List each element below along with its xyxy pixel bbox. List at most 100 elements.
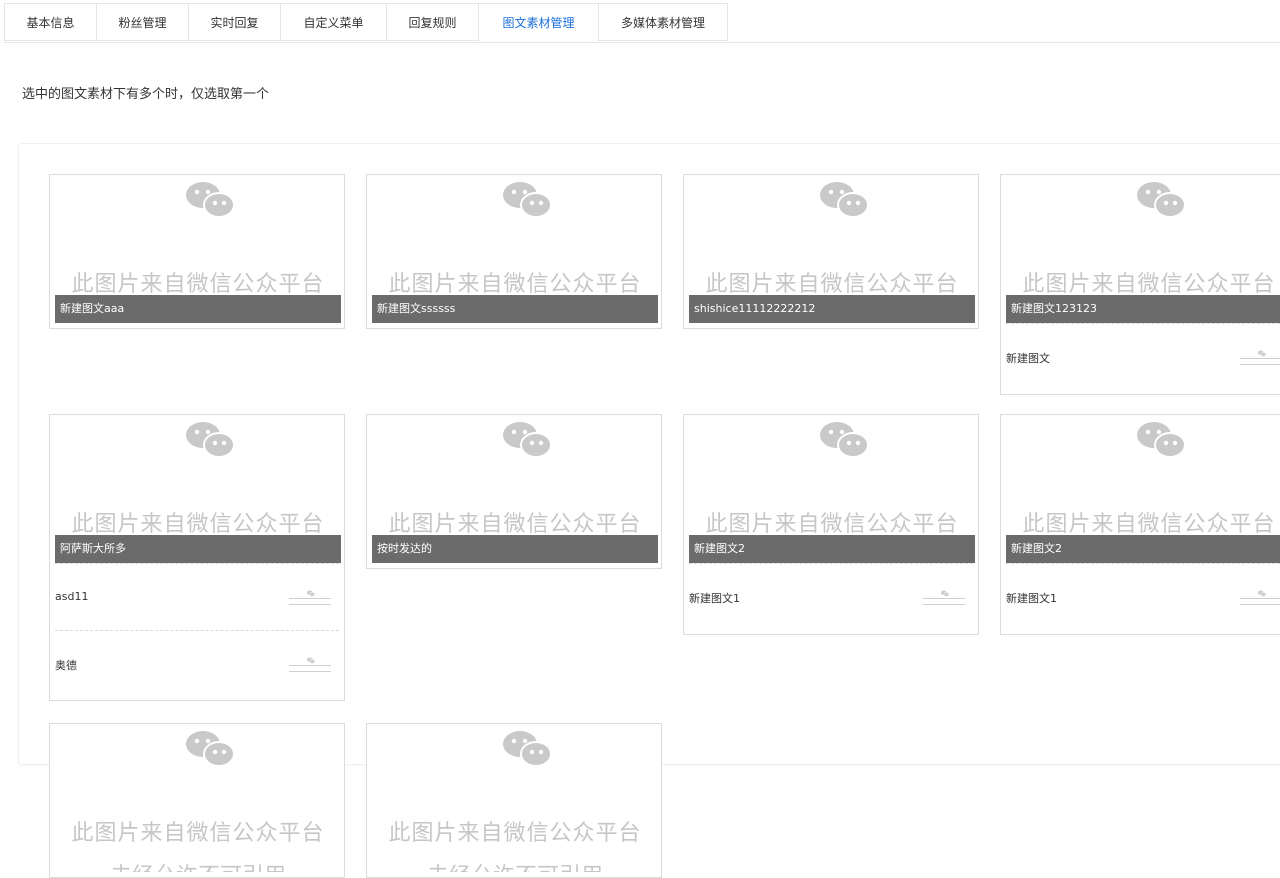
wechat-icon xyxy=(306,590,315,597)
tab-bar: 基本信息 粉丝管理 实时回复 自定义菜单 回复规则 图文素材管理 多媒体素材管理 xyxy=(4,3,1280,43)
watermark-text: 此图片来自微信公众平台 xyxy=(388,272,642,297)
watermark-logo xyxy=(498,729,558,769)
card-title: 按时发达的 xyxy=(372,535,658,563)
wechat-icon xyxy=(820,182,869,218)
wechat-icon xyxy=(1137,182,1186,218)
news-card[interactable]: 此图片来自微信公众平台未经允许不可引用阿萨斯大所多 asd11 奥德 xyxy=(49,414,345,701)
news-card[interactable]: 此图片来自微信公众平台未经允许不可引用新建图文2 新建图文1 xyxy=(1000,414,1280,635)
wechat-icon xyxy=(503,731,552,767)
thumb-text-line xyxy=(289,671,331,672)
sub-article-thumbnail xyxy=(919,580,969,616)
sub-article: 奥德 xyxy=(55,630,339,697)
sub-article-thumbnail xyxy=(1236,340,1280,376)
sub-article-title: 新建图文1 xyxy=(1006,592,1057,605)
cover-image: 此图片来自微信公众平台未经允许不可引用新建图文ssssss xyxy=(372,175,658,323)
card-title: 新建图文2 xyxy=(1006,535,1280,563)
card-title: 新建图文aaa xyxy=(55,295,341,323)
card-title: 阿萨斯大所多 xyxy=(55,535,341,563)
material-panel: 此图片来自微信公众平台未经允许不可引用新建图文aaa此图片来自微信公众平台未经允… xyxy=(18,143,1280,878)
news-card[interactable]: 此图片来自微信公众平台未经允许不可引用新建图文2 新建图文1 xyxy=(683,414,979,635)
sub-article: 新建图文1 xyxy=(689,563,973,630)
watermark-logo xyxy=(181,729,241,769)
watermark-logo xyxy=(815,420,875,460)
sub-article-thumbnail xyxy=(285,580,335,616)
tab-5[interactable]: 图文素材管理 xyxy=(478,3,598,42)
tab-0[interactable]: 基本信息 xyxy=(4,3,96,41)
cover-image: 此图片来自微信公众平台未经允许不可引用新建图文2 xyxy=(689,415,975,563)
wechat-icon xyxy=(940,590,949,597)
watermark-logo xyxy=(498,420,558,460)
cover-image: 此图片来自微信公众平台未经允许不可引用按时发达的 xyxy=(372,415,658,563)
sub-article-title: 奥德 xyxy=(55,659,77,672)
watermark-text: 此图片来自微信公众平台 xyxy=(388,512,642,537)
thumb-text-line xyxy=(1240,364,1280,365)
cover-image: 此图片来自微信公众平台未经允许不可引用阿萨斯大所多 xyxy=(55,415,341,563)
card-title: 新建图文2 xyxy=(689,535,975,563)
sub-article: 新建图文 xyxy=(1006,323,1280,390)
thumb-wechat-icon xyxy=(1257,342,1267,357)
cover-image: 此图片来自微信公众平台未经允许不可引用 xyxy=(372,724,658,872)
watermark-text: 此图片来自微信公众平台 xyxy=(1022,272,1276,297)
thumb-wechat-icon xyxy=(306,582,316,597)
thumb-text-line xyxy=(289,598,331,599)
news-card[interactable]: 此图片来自微信公众平台未经允许不可引用 xyxy=(366,723,662,878)
news-card[interactable]: 此图片来自微信公众平台未经允许不可引用按时发达的 xyxy=(366,414,662,569)
thumb-wechat-icon xyxy=(940,582,950,597)
tab-3[interactable]: 自定义菜单 xyxy=(280,3,386,41)
thumb-text-line xyxy=(1240,358,1280,359)
thumb-text-line xyxy=(289,665,331,666)
cover-image: 此图片来自微信公众平台未经允许不可引用shishice11112222212 xyxy=(689,175,975,323)
cover-image: 此图片来自微信公众平台未经允许不可引用 xyxy=(55,724,341,872)
wechat-icon xyxy=(1257,350,1266,357)
sub-article: 新建图文1 xyxy=(1006,563,1280,630)
thumb-text-line xyxy=(923,598,965,599)
watermark-text: 此图片来自微信公众平台 xyxy=(388,821,642,846)
watermark-text-2: 未经允许不可引用 xyxy=(372,858,658,872)
news-card[interactable]: 此图片来自微信公众平台未经允许不可引用新建图文ssssss xyxy=(366,174,662,329)
sub-article: asd11 xyxy=(55,563,339,630)
tab-6[interactable]: 多媒体素材管理 xyxy=(598,3,728,41)
thumb-wechat-icon xyxy=(1257,582,1267,597)
watermark-logo xyxy=(1132,420,1192,460)
wechat-icon xyxy=(820,422,869,458)
news-card[interactable]: 此图片来自微信公众平台未经允许不可引用新建图文123123 新建图文 xyxy=(1000,174,1280,395)
thumb-wechat-icon xyxy=(306,649,316,664)
cover-image: 此图片来自微信公众平台未经允许不可引用新建图文2 xyxy=(1006,415,1280,563)
wechat-icon xyxy=(186,731,235,767)
watermark-logo xyxy=(498,180,558,220)
tab-4[interactable]: 回复规则 xyxy=(386,3,478,41)
sub-article-title: asd11 xyxy=(55,590,89,603)
thumb-text-line xyxy=(289,604,331,605)
cover-image: 此图片来自微信公众平台未经允许不可引用新建图文aaa xyxy=(55,175,341,323)
wechat-icon xyxy=(503,182,552,218)
sub-article-thumbnail xyxy=(285,647,335,683)
news-card[interactable]: 此图片来自微信公众平台未经允许不可引用 xyxy=(49,723,345,878)
watermark-text: 此图片来自微信公众平台 xyxy=(71,272,325,297)
tab-2[interactable]: 实时回复 xyxy=(188,3,280,41)
sub-article-thumbnail xyxy=(1236,580,1280,616)
selection-notice: 选中的图文素材下有多个时，仅选取第一个 xyxy=(22,87,270,102)
watermark-text: 此图片来自微信公众平台 xyxy=(71,512,325,537)
watermark-text: 此图片来自微信公众平台 xyxy=(705,272,959,297)
tab-1[interactable]: 粉丝管理 xyxy=(96,3,188,41)
news-card[interactable]: 此图片来自微信公众平台未经允许不可引用shishice11112222212 xyxy=(683,174,979,329)
watermark-logo xyxy=(181,180,241,220)
sub-article-title: 新建图文1 xyxy=(689,592,740,605)
wechat-icon xyxy=(186,182,235,218)
thumb-text-line xyxy=(1240,598,1280,599)
watermark-text: 此图片来自微信公众平台 xyxy=(1022,512,1276,537)
card-title: 新建图文123123 xyxy=(1006,295,1280,323)
card-title: shishice11112222212 xyxy=(689,295,975,323)
card-title: 新建图文ssssss xyxy=(372,295,658,323)
sub-article-title: 新建图文 xyxy=(1006,352,1050,365)
wechat-icon xyxy=(186,422,235,458)
wechat-icon xyxy=(306,657,315,664)
thumb-text-line xyxy=(1240,604,1280,605)
watermark-text: 此图片来自微信公众平台 xyxy=(705,512,959,537)
cover-image: 此图片来自微信公众平台未经允许不可引用新建图文123123 xyxy=(1006,175,1280,323)
watermark-logo xyxy=(1132,180,1192,220)
watermark-text: 此图片来自微信公众平台 xyxy=(71,821,325,846)
news-card[interactable]: 此图片来自微信公众平台未经允许不可引用新建图文aaa xyxy=(49,174,345,329)
wechat-icon xyxy=(1257,590,1266,597)
watermark-text-2: 未经允许不可引用 xyxy=(55,858,341,872)
